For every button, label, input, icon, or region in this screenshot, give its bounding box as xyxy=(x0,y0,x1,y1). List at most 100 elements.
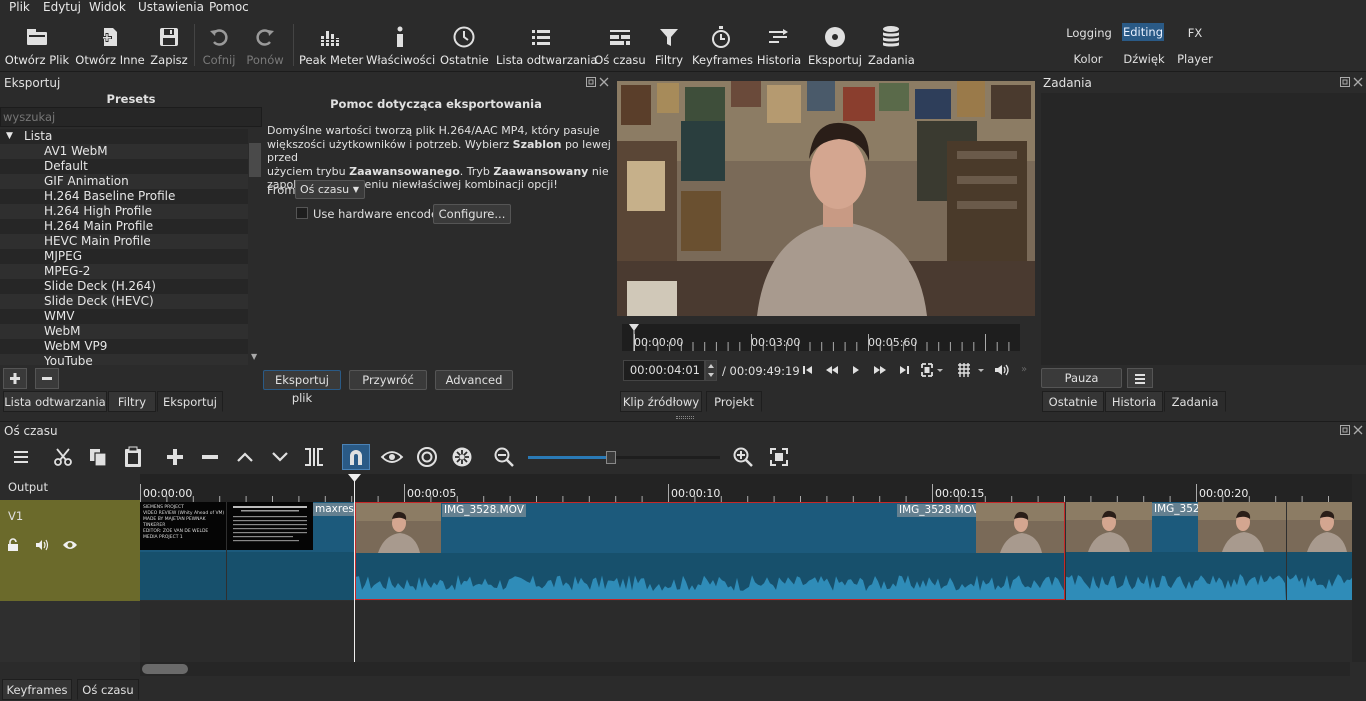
viewer-resize-handle[interactable] xyxy=(615,240,618,250)
undo-button[interactable]: Cofnij xyxy=(200,18,238,68)
copy-icon[interactable] xyxy=(84,444,112,470)
scroll-down-arrow-icon[interactable]: ▼ xyxy=(251,352,257,361)
ripple-icon[interactable] xyxy=(413,444,441,470)
timeline-button[interactable]: Oś czasu xyxy=(594,18,646,68)
reset-button[interactable]: Przywróć xyxy=(349,370,427,390)
workspace-color[interactable]: Kolor xyxy=(1066,50,1110,68)
cut-icon[interactable] xyxy=(50,444,78,470)
timeline-playhead[interactable] xyxy=(348,474,361,662)
filters-button[interactable]: Filtry xyxy=(652,18,686,68)
preset-search-input[interactable] xyxy=(0,107,262,127)
configure-button[interactable]: Configure... xyxy=(433,204,511,224)
split-icon[interactable] xyxy=(300,444,328,470)
preset-item[interactable]: MJPEG xyxy=(0,249,248,264)
tab-jobs[interactable]: Zadania xyxy=(1164,391,1226,412)
tab-project[interactable]: Projekt xyxy=(706,391,762,412)
menu-settings[interactable]: Ustawienia xyxy=(138,0,204,14)
preset-item[interactable]: GIF Animation xyxy=(0,174,248,189)
timeline-vertical-scrollbar[interactable] xyxy=(1352,474,1366,662)
preset-item[interactable]: H.264 Main Profile xyxy=(0,219,248,234)
preset-item[interactable]: WMV xyxy=(0,309,248,324)
preset-item[interactable]: MPEG-2 xyxy=(0,264,248,279)
menu-file[interactable]: Plik xyxy=(9,0,30,14)
preset-group-list[interactable]: ▼ Lista xyxy=(0,129,248,144)
workspace-logging[interactable]: Logging xyxy=(1064,24,1114,42)
export-file-button[interactable]: Eksportuj plik xyxy=(263,370,341,405)
append-icon[interactable] xyxy=(161,444,189,470)
keyframes-button[interactable]: Keyframes xyxy=(692,18,753,68)
pause-button[interactable]: Pauza xyxy=(1041,368,1122,388)
zoom-fit-timeline-icon[interactable] xyxy=(765,444,793,470)
lift-icon[interactable] xyxy=(231,444,259,470)
preset-list-scrollbar[interactable]: ▼ xyxy=(248,129,262,365)
preset-item[interactable]: WebM VP9 xyxy=(0,339,248,354)
timecode-spinner[interactable] xyxy=(705,360,717,381)
preset-item[interactable]: Slide Deck (HEVC) xyxy=(0,294,248,309)
advanced-button[interactable]: Advanced xyxy=(435,370,513,390)
timeline-clip-selected[interactable]: IMG_3528.MOV IMG_3528.MOV xyxy=(355,502,1065,600)
workspace-editing[interactable]: Editing xyxy=(1122,23,1164,41)
peak-meter-button[interactable]: Peak Meter xyxy=(299,18,363,68)
scrub-eye-icon[interactable] xyxy=(378,444,406,470)
menu-view[interactable]: Widok xyxy=(89,0,126,14)
fast-forward-icon[interactable] xyxy=(873,364,887,376)
save-button[interactable]: Zapisz xyxy=(150,18,188,68)
open-other-button[interactable]: Otwórz Inne xyxy=(74,18,146,68)
preset-item[interactable]: HEVC Main Profile xyxy=(0,234,248,249)
recent-button[interactable]: Ostatnie xyxy=(440,18,489,68)
rewind-icon[interactable] xyxy=(825,364,839,376)
track-header-v1[interactable]: V1 xyxy=(0,500,140,601)
timeline-scroll-thumb[interactable] xyxy=(142,664,188,674)
tab-source-clip[interactable]: Klip źródłowy xyxy=(620,391,702,412)
tab-history[interactable]: Historia xyxy=(1105,391,1163,412)
zoom-in-icon[interactable] xyxy=(729,444,757,470)
timeline-horizontal-scrollbar[interactable] xyxy=(140,662,1350,676)
tab-filters[interactable]: Filtry xyxy=(108,391,156,412)
paste-icon[interactable] xyxy=(119,444,147,470)
hide-eye-icon[interactable] xyxy=(62,539,78,551)
video-viewer[interactable] xyxy=(617,81,1035,316)
workspace-fx[interactable]: FX xyxy=(1182,24,1208,42)
properties-button[interactable]: Właściwości xyxy=(366,18,435,68)
play-icon[interactable] xyxy=(851,364,861,376)
export-panel-dock-buttons[interactable] xyxy=(586,77,610,88)
preset-item[interactable]: WebM xyxy=(0,324,248,339)
lock-icon[interactable] xyxy=(6,538,20,552)
ripple-all-icon[interactable] xyxy=(448,444,476,470)
export-button[interactable]: Eksportuj xyxy=(808,18,862,68)
tab-recent[interactable]: Ostatnie xyxy=(1042,391,1104,412)
redo-button[interactable]: Ponów xyxy=(244,18,286,68)
player-playhead[interactable] xyxy=(629,324,639,351)
remove-preset-button[interactable] xyxy=(35,368,59,389)
remove-icon[interactable] xyxy=(196,444,224,470)
skip-start-icon[interactable] xyxy=(802,364,814,376)
toolbar-overflow-icon[interactable]: » xyxy=(1021,364,1027,375)
splitter-handle[interactable] xyxy=(676,416,694,419)
tab-keyframes[interactable]: Keyframes xyxy=(2,679,72,700)
preset-item[interactable]: Default xyxy=(0,159,248,174)
tab-playlist[interactable]: Lista odtwarzania xyxy=(3,391,107,412)
hw-encoder-checkbox[interactable] xyxy=(296,207,308,219)
timeline-menu-icon[interactable] xyxy=(7,444,35,470)
overwrite-icon[interactable] xyxy=(266,444,294,470)
add-preset-button[interactable] xyxy=(3,368,27,389)
timeline-clip[interactable]: maxresc xyxy=(227,502,354,600)
zoom-out-icon[interactable] xyxy=(490,444,518,470)
position-timecode-input[interactable]: 00:00:04:01 xyxy=(623,360,705,381)
history-button[interactable]: Historia xyxy=(756,18,802,68)
grid-icon[interactable] xyxy=(956,362,990,378)
menu-edit[interactable]: Edytuj xyxy=(43,0,81,14)
from-select[interactable]: Oś czasu ▼ xyxy=(295,180,365,199)
snap-magnet-icon[interactable] xyxy=(342,444,370,470)
timeline-clip[interactable]: IMG_3529.MOV xyxy=(1066,502,1286,600)
volume-icon[interactable] xyxy=(993,362,1009,378)
open-file-button[interactable]: Otwórz Plik xyxy=(4,18,70,68)
preset-item[interactable]: AV1 WebM xyxy=(0,144,248,159)
jobs-menu-button[interactable] xyxy=(1127,368,1153,388)
menu-help[interactable]: Pomoc xyxy=(209,0,249,14)
preset-item[interactable]: H.264 High Profile xyxy=(0,204,248,219)
jobs-panel-dock-buttons[interactable] xyxy=(1340,77,1364,88)
mute-icon[interactable] xyxy=(34,538,50,552)
preset-item[interactable]: Slide Deck (H.264) xyxy=(0,279,248,294)
zoom-fit-icon[interactable] xyxy=(920,362,944,378)
